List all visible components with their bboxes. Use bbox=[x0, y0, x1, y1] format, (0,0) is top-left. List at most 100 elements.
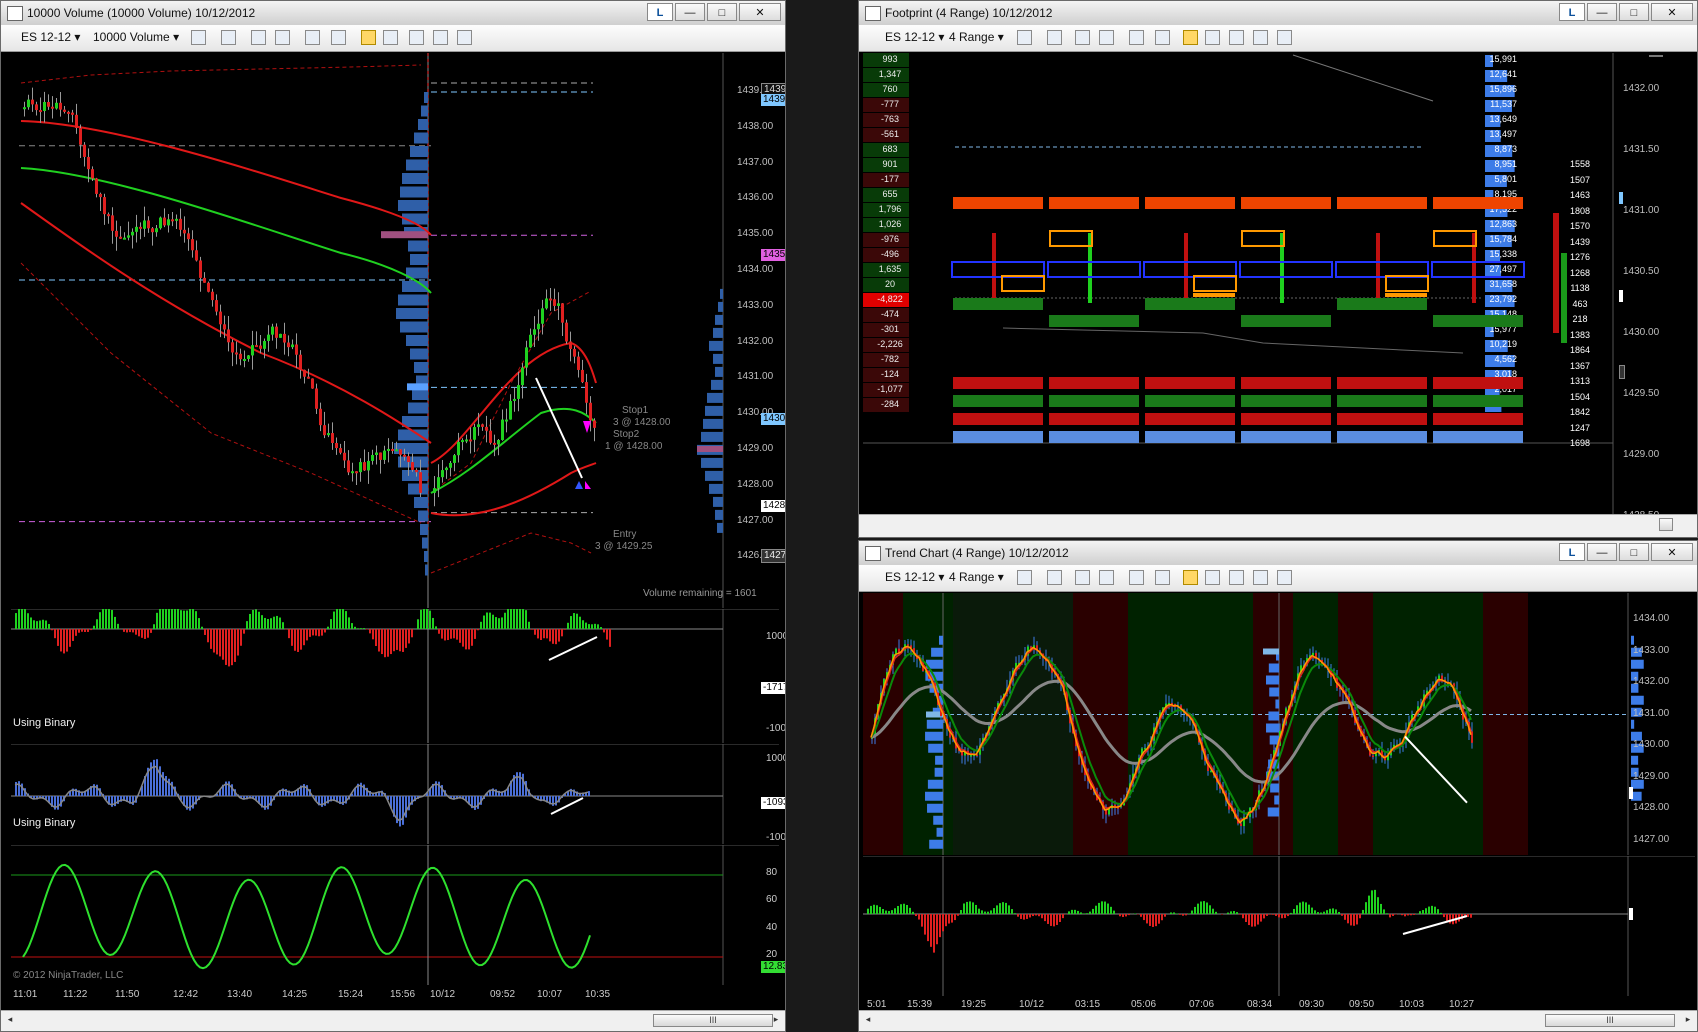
instrument-selector[interactable]: ES 12-12 ▾ bbox=[21, 30, 80, 44]
maximize-button[interactable]: □ bbox=[707, 3, 737, 21]
chart-properties-icon[interactable] bbox=[1229, 30, 1244, 45]
instrument-label: ES 12-12 bbox=[885, 30, 936, 44]
period-selector[interactable]: 10000 Volume ▾ bbox=[93, 30, 179, 44]
scroll-left-icon[interactable]: ◂ bbox=[863, 1014, 873, 1027]
snapshot-icon[interactable] bbox=[1253, 30, 1268, 45]
crosshair-icon[interactable] bbox=[1129, 570, 1144, 585]
chart-properties-icon[interactable] bbox=[1229, 570, 1244, 585]
indicator-panel-3[interactable] bbox=[11, 845, 779, 985]
close-button[interactable]: ✕ bbox=[1651, 543, 1693, 561]
histogram-bar bbox=[1434, 906, 1436, 914]
instrument-label: ES 12-12 bbox=[885, 570, 936, 584]
strategy-icon[interactable] bbox=[1075, 30, 1090, 45]
indicator-icon[interactable] bbox=[275, 30, 290, 45]
delta-value: -1,077 bbox=[877, 384, 903, 394]
candle-body bbox=[95, 178, 98, 194]
scroll-right-icon[interactable]: ▸ bbox=[771, 1014, 781, 1027]
indicator-panel-2[interactable] bbox=[11, 744, 779, 844]
histogram-bar bbox=[1215, 911, 1217, 914]
scroll-right-icon[interactable]: ▸ bbox=[1683, 1014, 1693, 1027]
drawing-tool-icon[interactable] bbox=[1047, 30, 1062, 45]
candle-body bbox=[279, 333, 282, 338]
close-button[interactable]: ✕ bbox=[1651, 3, 1693, 21]
scroll-thumb[interactable]: III bbox=[653, 1014, 773, 1027]
bars-type-icon[interactable] bbox=[191, 30, 206, 45]
histogram-bar bbox=[204, 629, 206, 635]
price-axis-label: 1432.00 bbox=[737, 335, 774, 347]
histogram-bar bbox=[1107, 903, 1109, 914]
candle-body bbox=[323, 425, 326, 436]
histogram-bar bbox=[1323, 911, 1325, 914]
data-box-icon[interactable] bbox=[1205, 570, 1220, 585]
ind2-tick: -10000 bbox=[766, 832, 786, 843]
zoom-icon[interactable] bbox=[331, 30, 346, 45]
candle-body bbox=[505, 419, 508, 422]
minimize-button[interactable]: — bbox=[675, 3, 705, 21]
properties-icon[interactable] bbox=[1277, 30, 1292, 45]
period-selector[interactable]: 4 Range ▾ bbox=[949, 30, 1004, 44]
histogram-bar bbox=[1290, 912, 1292, 914]
data-box-icon[interactable] bbox=[383, 30, 398, 45]
strategy-icon[interactable] bbox=[1075, 570, 1090, 585]
snapshot-icon[interactable] bbox=[1253, 570, 1268, 585]
indicator-panel-1[interactable] bbox=[11, 609, 779, 743]
bars-type-icon[interactable] bbox=[1017, 570, 1032, 585]
histogram-bar bbox=[588, 624, 590, 629]
chart-trader-icon[interactable] bbox=[1183, 570, 1198, 585]
histogram-bar bbox=[579, 616, 581, 629]
indicator-icon[interactable] bbox=[1099, 570, 1114, 585]
indicator-icon[interactable] bbox=[1099, 30, 1114, 45]
strategy-icon[interactable] bbox=[251, 30, 266, 45]
histogram-bar bbox=[1422, 910, 1424, 914]
data-box-icon[interactable] bbox=[1205, 30, 1220, 45]
horizontal-scrollbar[interactable]: ◂ III ▸ bbox=[859, 1010, 1697, 1031]
price-panel[interactable] bbox=[11, 53, 779, 608]
period-selector[interactable]: 4 Range ▾ bbox=[949, 570, 1004, 584]
drawing-tool-icon[interactable] bbox=[1047, 570, 1062, 585]
bars-type-icon[interactable] bbox=[1017, 30, 1032, 45]
crosshair-icon[interactable] bbox=[1129, 30, 1144, 45]
histogram-bar bbox=[30, 617, 32, 629]
volume-profile-bar bbox=[402, 416, 428, 427]
instrument-selector[interactable]: ES 12-12 ▾ bbox=[885, 30, 944, 44]
instrument-selector[interactable]: ES 12-12 ▾ bbox=[885, 570, 944, 584]
snapshot-icon[interactable] bbox=[433, 30, 448, 45]
bar-delta bbox=[1433, 377, 1523, 389]
histogram-bar bbox=[435, 781, 437, 796]
zoom-icon[interactable] bbox=[1155, 570, 1170, 585]
minimize-button[interactable]: — bbox=[1587, 543, 1617, 561]
price-axis-label: 1434.00 bbox=[737, 264, 774, 275]
chart-trader-icon[interactable] bbox=[1183, 30, 1198, 45]
price-axis-label: 1431.00 bbox=[1633, 707, 1670, 719]
window-title-bar[interactable]: 10000 Volume (10000 Volume) 10/12/2012 L… bbox=[1, 1, 785, 25]
horizontal-scrollbar[interactable] bbox=[859, 514, 1697, 537]
trend-indicator-panel[interactable] bbox=[863, 856, 1695, 996]
volume-profile-bar bbox=[707, 392, 723, 403]
crosshair-icon[interactable] bbox=[305, 30, 320, 45]
window-title-bar[interactable]: Trend Chart (4 Range) 10/12/2012 L — □ ✕ bbox=[859, 541, 1697, 565]
drawing-tool-icon[interactable] bbox=[221, 30, 236, 45]
link-button[interactable]: L bbox=[1559, 3, 1585, 21]
properties-icon[interactable] bbox=[457, 30, 472, 45]
histogram-bar bbox=[201, 626, 203, 629]
volume-value: 31,658 bbox=[1489, 279, 1517, 289]
price-axis-label: 1438.00 bbox=[737, 120, 774, 132]
maximize-button[interactable]: □ bbox=[1619, 543, 1649, 561]
scroll-thumb[interactable]: III bbox=[1545, 1014, 1675, 1027]
trend-price-panel[interactable] bbox=[863, 593, 1695, 855]
link-button[interactable]: L bbox=[1559, 543, 1585, 561]
properties-icon[interactable] bbox=[1277, 570, 1292, 585]
scroll-left-icon[interactable]: ◂ bbox=[5, 1014, 15, 1027]
close-button[interactable]: ✕ bbox=[739, 3, 781, 21]
chart-trader-icon[interactable] bbox=[361, 30, 376, 45]
scroll-thumb[interactable] bbox=[1659, 518, 1673, 531]
bar-sellers bbox=[1049, 413, 1139, 425]
window-title-bar[interactable]: Footprint (4 Range) 10/12/2012 L — □ ✕ bbox=[859, 1, 1697, 25]
chart-properties-icon[interactable] bbox=[409, 30, 424, 45]
zoom-icon[interactable] bbox=[1155, 30, 1170, 45]
maximize-button[interactable]: □ bbox=[1619, 3, 1649, 21]
horizontal-scrollbar[interactable]: ◂ III ▸ bbox=[1, 1010, 785, 1031]
minimize-button[interactable]: — bbox=[1587, 3, 1617, 21]
histogram-bar bbox=[936, 914, 938, 945]
link-button[interactable]: L bbox=[647, 3, 673, 21]
